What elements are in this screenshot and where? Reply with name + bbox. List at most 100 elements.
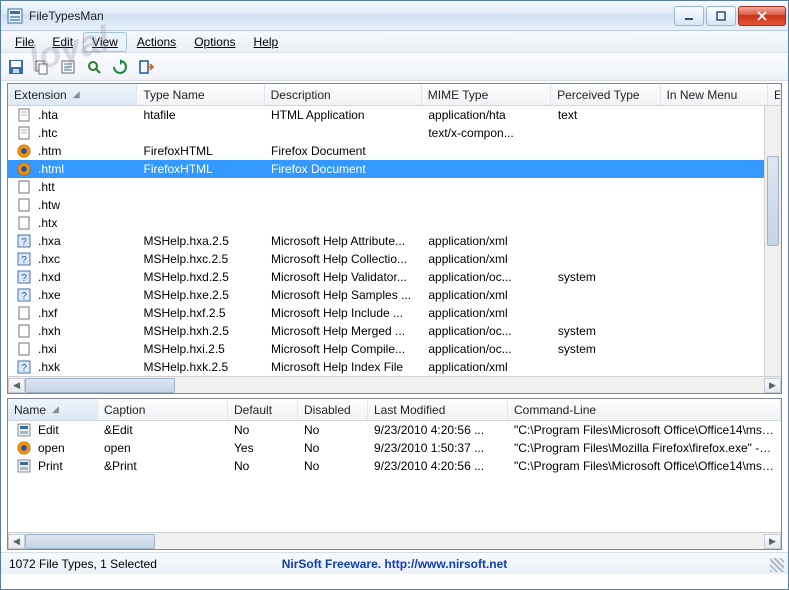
ext-cell: .htw [38,198,60,212]
col-innewmenu[interactable]: In New Menu [661,84,768,105]
filetypes-list: Extension◢ Type Name Description MIME Ty… [7,83,782,394]
vertical-scrollbar[interactable] [764,106,781,376]
refresh-icon[interactable] [111,58,129,76]
filetype-row[interactable]: .htt [8,178,781,196]
scroll-thumb[interactable] [767,156,779,246]
ext-cell: .htx [38,216,57,230]
file-icon [14,342,34,356]
action-row[interactable]: Edit&EditNoNo9/23/2010 4:20:56 ..."C:\Pr… [8,421,781,439]
filetype-row[interactable]: .hxiMSHelp.hxi.2.5Microsoft Help Compile… [8,340,781,358]
desc-cell: Microsoft Help Attribute... [265,234,422,248]
mime-cell: application/oc... [422,324,551,338]
filetype-row[interactable]: .htctext/x-compon... [8,124,781,142]
col-excluded[interactable]: Excluded [768,84,781,105]
scroll-thumb-h[interactable] [25,534,155,549]
actions-rows: Edit&EditNoNo9/23/2010 4:20:56 ..."C:\Pr… [8,421,781,475]
properties-icon[interactable] [59,58,77,76]
filetype-row[interactable]: ?.hxdMSHelp.hxd.2.5Microsoft Help Valida… [8,268,781,286]
perceived-cell: system [552,324,662,338]
filetype-row[interactable]: .hxfMSHelp.hxf.2.5Microsoft Help Include… [8,304,781,322]
menu-file[interactable]: File [7,33,42,51]
type-cell: FirefoxHTML [137,144,265,158]
action-row[interactable]: openopenYesNo9/23/2010 1:50:37 ..."C:\Pr… [8,439,781,457]
type-cell: MSHelp.hxk.2.5 [137,360,265,374]
col-extension[interactable]: Extension◢ [8,84,137,105]
file-icon [14,216,34,230]
col-mimetype[interactable]: MIME Type [422,84,551,105]
col-commandline[interactable]: Command-Line [508,399,781,420]
title-bar[interactable]: FileTypesMan [1,1,788,31]
filetype-row[interactable]: ?.hxkMSHelp.hxk.2.5Microsoft Help Index … [8,358,781,376]
desc-cell: Microsoft Help Samples ... [265,288,422,302]
col-typename[interactable]: Type Name [137,84,264,105]
menu-actions[interactable]: Actions [129,33,184,51]
type-cell: MSHelp.hxh.2.5 [137,324,265,338]
action-icon [14,459,34,473]
scroll-left-icon[interactable]: ◀ [8,534,25,549]
scroll-right-icon[interactable]: ▶ [764,534,781,549]
desc-cell: Microsoft Help Collectio... [265,252,422,266]
filetype-row[interactable]: .htx [8,214,781,232]
modified-cell: 9/23/2010 4:20:56 ... [368,423,508,437]
menu-edit[interactable]: Edit [44,33,81,51]
file-icon: ? [14,234,34,248]
col-caption[interactable]: Caption [98,399,228,420]
col-disabled[interactable]: Disabled [298,399,368,420]
file-icon [14,180,34,194]
desc-cell: Microsoft Help Merged ... [265,324,422,338]
type-cell: MSHelp.hxf.2.5 [137,306,265,320]
file-icon [14,162,34,176]
scroll-left-icon[interactable]: ◀ [8,378,25,393]
minimize-button[interactable] [674,6,704,26]
file-icon [14,198,34,212]
col-default[interactable]: Default [228,399,298,420]
menu-view[interactable]: View [83,32,127,52]
ext-cell: .hxk [38,360,60,374]
horizontal-scrollbar-upper[interactable]: ◀ ▶ [8,376,781,393]
save-icon[interactable] [7,58,25,76]
mime-cell: application/xml [422,288,551,302]
default-cell: No [228,459,298,473]
filetype-row[interactable]: .htahtafileHTML Applicationapplication/h… [8,106,781,124]
window-title: FileTypesMan [29,9,674,23]
filetype-row[interactable]: ?.hxaMSHelp.hxa.2.5Microsoft Help Attrib… [8,232,781,250]
ext-cell: .hxi [38,342,57,356]
menu-help[interactable]: Help [246,33,287,51]
col-perceived[interactable]: Perceived Type [551,84,660,105]
filetype-row[interactable]: .htmFirefoxHTMLFirefox Document [8,142,781,160]
maximize-button[interactable] [706,6,736,26]
filetype-row[interactable]: .hxhMSHelp.hxh.2.5Microsoft Help Merged … [8,322,781,340]
col-name[interactable]: Name◢ [8,399,98,420]
scroll-thumb-h[interactable] [25,378,175,393]
svg-text:?: ? [21,255,27,266]
mime-cell: application/xml [422,306,551,320]
find-icon[interactable] [85,58,103,76]
menu-options[interactable]: Options [186,33,243,51]
filetype-row[interactable]: .htw [8,196,781,214]
status-link[interactable]: NirSoft Freeware. http://www.nirsoft.net [282,557,508,571]
col-description[interactable]: Description [265,84,422,105]
action-row[interactable]: Print&PrintNoNo9/23/2010 4:20:56 ..."C:\… [8,457,781,475]
mime-cell: application/oc... [422,342,551,356]
resize-grip-icon[interactable] [770,558,784,572]
filetype-row[interactable]: .htmlFirefoxHTMLFirefox Document [8,160,781,178]
ext-cell: .hxc [38,252,60,266]
scroll-right-icon[interactable]: ▶ [764,378,781,393]
name-cell: Print [38,459,63,473]
type-cell: FirefoxHTML [137,162,265,176]
col-lastmodified[interactable]: Last Modified [368,399,508,420]
ext-cell: .hxe [38,288,61,302]
type-cell: MSHelp.hxi.2.5 [137,342,265,356]
exit-icon[interactable] [137,58,155,76]
ext-cell: .hxa [38,234,61,248]
svg-text:?: ? [21,273,27,284]
filetypes-rows: .htahtafileHTML Applicationapplication/h… [8,106,781,376]
filetype-row[interactable]: ?.hxeMSHelp.hxe.2.5Microsoft Help Sample… [8,286,781,304]
ext-cell: .hta [38,108,58,122]
copy-icon[interactable] [33,58,51,76]
filetype-row[interactable]: ?.hxcMSHelp.hxc.2.5Microsoft Help Collec… [8,250,781,268]
file-icon [14,108,34,122]
name-cell: Edit [38,423,59,437]
horizontal-scrollbar-lower[interactable]: ◀ ▶ [8,532,781,549]
close-button[interactable] [738,6,786,26]
